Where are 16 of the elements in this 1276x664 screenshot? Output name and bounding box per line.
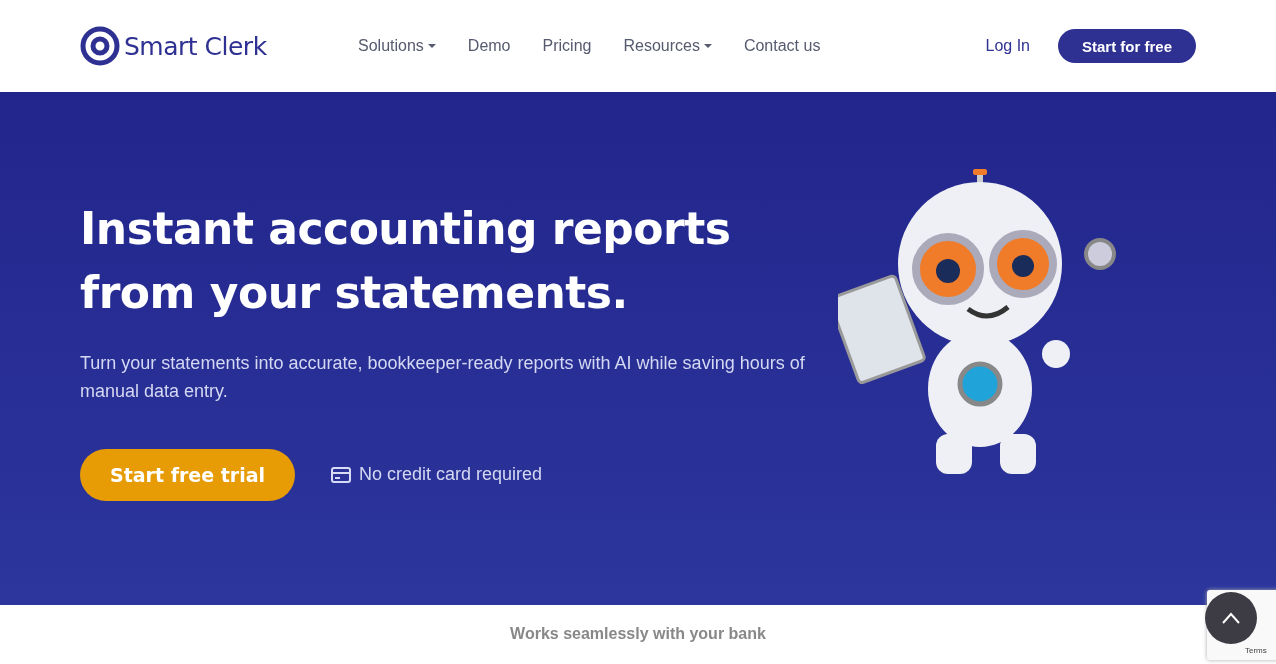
- credit-card-icon: [331, 466, 351, 483]
- hero-title: Instant accounting reports from your statements.: [80, 201, 732, 320]
- nav-link[interactable]: Resources: [623, 37, 712, 55]
- nav-link[interactable]: Solutions: [358, 37, 436, 55]
- nav-link[interactable]: Pricing: [542, 37, 592, 55]
- chevron-up-icon: [1221, 612, 1241, 624]
- logo-icon: [80, 26, 120, 66]
- recaptcha-links[interactable]: Terms: [1245, 646, 1267, 655]
- section-heading: Works seamlessly with your bank: [510, 625, 766, 643]
- start-for-free-button[interactable]: Start for free: [1057, 29, 1196, 63]
- no-credit-card-note: No credit card required: [359, 464, 543, 485]
- logo-text[interactable]: Smart Clerk: [124, 31, 267, 61]
- nav-link[interactable]: Demo: [467, 37, 511, 55]
- login-link[interactable]: Log In: [985, 37, 1030, 55]
- hero-subtitle: Turn your statements into accurate, bookkeeper-ready reports with AI while saving hours of manual data entry.: [80, 351, 806, 403]
- nav-link[interactable]: Contact us: [743, 37, 821, 55]
